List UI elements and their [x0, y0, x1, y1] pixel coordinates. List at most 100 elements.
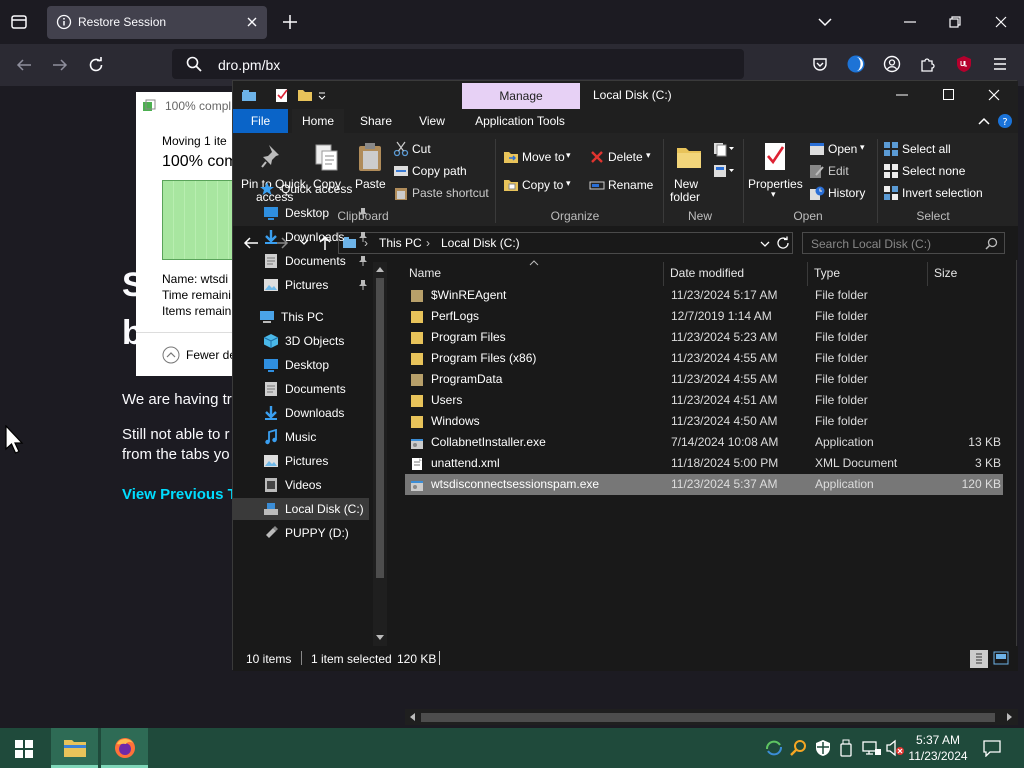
new-tab-icon[interactable]: [281, 13, 299, 31]
start-windows-icon[interactable]: [15, 740, 33, 758]
nav-item-documents[interactable]: Documents: [263, 378, 373, 400]
history-button[interactable]: History: [809, 183, 875, 203]
column-divider[interactable]: [807, 262, 808, 286]
open-button[interactable]: Open ▾: [809, 139, 871, 159]
search-box[interactable]: Search Local Disk (C:): [802, 232, 1005, 254]
customize-quick-access-chevron-icon[interactable]: [317, 90, 327, 100]
column-header-name[interactable]: Name: [409, 260, 661, 286]
copy-path-button[interactable]: Copy path: [393, 161, 483, 181]
file-row-program-files[interactable]: Program Files 11/23/2024 5:23 AM File fold…: [405, 327, 1003, 348]
clock-time[interactable]: 5:37 AM: [914, 733, 962, 747]
delete-button[interactable]: Delete ▾: [589, 147, 655, 167]
tab-view[interactable]: View: [407, 109, 457, 133]
forward-arrow-icon[interactable]: [51, 56, 69, 74]
chevron-up-circle-icon[interactable]: [162, 346, 180, 364]
taskbar-firefox-button[interactable]: [101, 728, 148, 768]
breadcrumb-local-disk[interactable]: Local Disk (C:): [441, 236, 520, 250]
file-row-programdata[interactable]: ProgramData 11/23/2024 4:55 AM File folder: [405, 369, 1003, 390]
fewer-details-button[interactable]: Fewer de: [186, 348, 236, 362]
large-icons-view-icon[interactable]: [993, 650, 1009, 666]
address-bar[interactable]: › This PC › Local Disk (C:): [338, 232, 793, 254]
nav-item-videos[interactable]: Videos: [263, 474, 373, 496]
nav-item-pictures[interactable]: Pictures: [263, 274, 373, 296]
account-icon[interactable]: [883, 55, 901, 73]
nav-item-documents[interactable]: Documents: [263, 250, 373, 272]
new-folder-button[interactable]: New folder: [669, 135, 713, 205]
extensions-puzzle-icon[interactable]: [919, 55, 937, 73]
nav-item-pictures[interactable]: Pictures: [263, 450, 373, 472]
nav-scrollbar-thumb[interactable]: [376, 278, 384, 578]
nav-item-3d-objects[interactable]: 3D Objects: [263, 330, 373, 352]
view-previous-tabs-link[interactable]: View Previous Ta: [122, 486, 244, 503]
properties-quick-icon[interactable]: [275, 87, 289, 103]
nav-item-music[interactable]: Music: [263, 426, 373, 448]
minimize-icon[interactable]: [902, 14, 918, 30]
back-arrow-icon[interactable]: [243, 235, 259, 251]
horizontal-scrollbar-thumb[interactable]: [421, 713, 995, 722]
nav-item-local-disk-c[interactable]: Local Disk (C:): [233, 498, 369, 520]
action-center-notification-icon[interactable]: [982, 739, 1002, 757]
nav-item-downloads[interactable]: Downloads: [263, 402, 373, 424]
tab-share[interactable]: Share: [349, 109, 403, 133]
rename-button[interactable]: Rename: [589, 175, 655, 195]
new-folder-quick-icon[interactable]: [297, 87, 313, 103]
file-row-wtsdisconnectsessionspam-exe[interactable]: wtsdisconnectsessionspam.exe 11/23/2024 5…: [405, 474, 1003, 495]
browser-tab-restore-session[interactable]: Restore Session: [47, 6, 267, 39]
tab-file[interactable]: File: [233, 109, 288, 133]
tab-application-tools[interactable]: Application Tools: [465, 109, 575, 133]
refresh-icon[interactable]: [776, 236, 790, 250]
list-all-tabs-chevron-icon[interactable]: [817, 14, 833, 30]
tray-update-icon[interactable]: [765, 739, 783, 757]
hamburger-menu-icon[interactable]: [991, 55, 1009, 73]
select-all-button[interactable]: Select all: [883, 139, 983, 159]
move-to-button[interactable]: Move to ▾: [503, 147, 579, 167]
collapse-ribbon-chevron-icon[interactable]: [978, 116, 990, 126]
help-icon[interactable]: ?: [997, 113, 1013, 129]
nav-item-this-pc[interactable]: This PC: [259, 306, 373, 328]
invert-selection-button[interactable]: Invert selection: [883, 183, 993, 203]
column-header-date-modified[interactable]: Date modified: [670, 260, 807, 286]
tab-home[interactable]: Home: [292, 109, 344, 133]
file-row-unattend-xml[interactable]: unattend.xml 11/18/2024 5:00 PM XML Docume…: [405, 453, 1003, 474]
tab-close-icon[interactable]: [245, 15, 259, 29]
file-row-program-files-x86[interactable]: Program Files (x86) 11/23/2024 4:55 AM Fil…: [405, 348, 1003, 369]
copy-to-button[interactable]: Copy to ▾: [503, 175, 579, 195]
column-divider[interactable]: [663, 262, 664, 286]
nav-scrollbar[interactable]: [373, 262, 387, 646]
column-header-size[interactable]: Size: [934, 260, 1004, 286]
file-row-perflogs[interactable]: PerfLogs 12/7/2019 1:14 AM File folder: [405, 306, 1003, 327]
edit-button[interactable]: Edit: [809, 161, 871, 181]
url-bar[interactable]: dro.pm/bx: [172, 49, 744, 79]
pocket-icon[interactable]: [811, 55, 829, 73]
nav-item-downloads[interactable]: Downloads: [263, 226, 373, 248]
clock-date[interactable]: 11/23/2024: [906, 749, 970, 763]
breadcrumb-this-pc[interactable]: This PC: [379, 236, 422, 250]
close-window-icon[interactable]: [993, 14, 1009, 30]
explorer-minimize-button[interactable]: [879, 81, 925, 109]
paste-shortcut-button[interactable]: Paste shortcut: [393, 183, 493, 203]
column-header-type[interactable]: Type: [814, 260, 924, 286]
details-view-icon[interactable]: [970, 650, 988, 668]
explorer-close-button[interactable]: [971, 81, 1017, 109]
tab-list-icon[interactable]: [9, 12, 29, 32]
address-dropdown-chevron-icon[interactable]: [760, 239, 770, 249]
select-none-button[interactable]: Select none: [883, 161, 983, 181]
restore-icon[interactable]: [947, 14, 963, 30]
reload-icon[interactable]: [87, 56, 105, 74]
horizontal-scrollbar[interactable]: [405, 709, 1018, 725]
back-arrow-icon[interactable]: [15, 56, 33, 74]
ublock-shield-icon[interactable]: [955, 55, 973, 73]
file-row-collabnetinstaller-exe[interactable]: CollabnetInstaller.exe 7/14/2024 10:08 AM…: [405, 432, 1003, 453]
nav-item-puppy-d[interactable]: PUPPY (D:): [263, 522, 373, 544]
tray-network-icon[interactable]: [862, 739, 882, 757]
manage-contextual-tab[interactable]: Manage: [462, 83, 580, 109]
nav-item-desktop[interactable]: Desktop: [263, 202, 373, 224]
new-item-button[interactable]: [713, 141, 737, 159]
cut-button[interactable]: Cut: [393, 139, 483, 159]
properties-button[interactable]: Properties ▾: [747, 135, 803, 205]
column-divider[interactable]: [927, 262, 928, 286]
taskbar-file-explorer-button[interactable]: [51, 728, 98, 768]
tray-usb-eject-icon[interactable]: [839, 739, 853, 757]
file-row-winreagent[interactable]: $WinREAgent 11/23/2024 5:17 AM File folder: [405, 285, 1003, 306]
file-row-users[interactable]: Users 11/23/2024 4:51 AM File folder: [405, 390, 1003, 411]
